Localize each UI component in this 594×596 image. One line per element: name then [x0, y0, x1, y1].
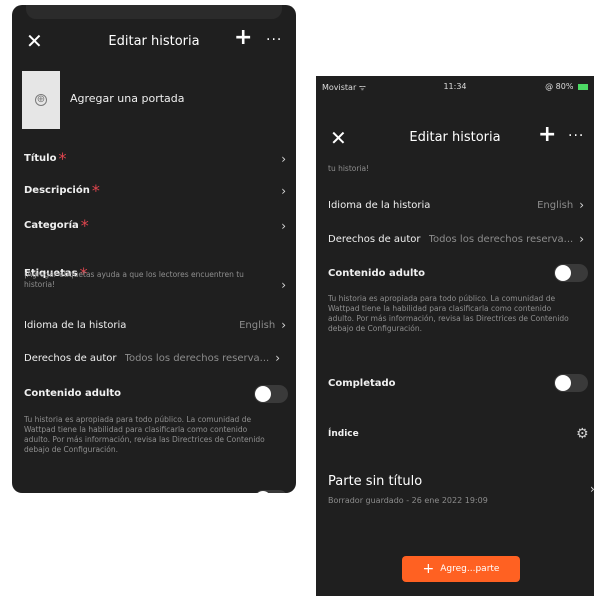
required-mark: *	[58, 149, 67, 168]
row-value: Todos los derechos reserva...	[124, 352, 270, 364]
plus-icon: +	[422, 561, 435, 577]
etiquetas-hint-cut: tu historia!	[328, 164, 370, 173]
row-idioma[interactable]: Idioma de la historia English ›	[328, 198, 584, 212]
add-icon[interactable]: +	[234, 25, 252, 50]
battery-level: 80%	[555, 82, 574, 91]
status-bar: Movistar ᯤ 11:34 @ 80%	[316, 82, 594, 94]
chevron-right-icon: ›	[281, 318, 286, 332]
row-label: Contenido adulto	[24, 388, 122, 399]
chevron-right-icon: ›	[275, 351, 281, 365]
row-adulto: Contenido adulto	[24, 388, 286, 399]
more-icon[interactable]: ···	[568, 128, 584, 144]
row-titulo[interactable]: Título * ›	[24, 149, 286, 168]
chevron-right-icon: ›	[579, 232, 584, 246]
add-cover-label[interactable]: Agregar una portada	[70, 92, 185, 105]
top-notch	[26, 5, 282, 19]
row-completado: Completado	[328, 378, 584, 389]
chevron-right-icon: ›	[590, 482, 594, 496]
chevron-right-icon: ›	[281, 278, 286, 292]
nfc-icon: @	[545, 82, 554, 91]
row-indice: Índice	[328, 429, 584, 439]
toggle-knob	[255, 386, 271, 402]
row-label: Categoría	[24, 220, 79, 231]
adulto-toggle[interactable]	[554, 264, 588, 282]
chevron-right-icon: ›	[281, 218, 286, 233]
toggle-knob	[255, 491, 271, 493]
chevron-right-icon: ›	[281, 183, 286, 198]
completado-toggle[interactable]	[554, 374, 588, 392]
row-categoria[interactable]: Categoría * ›	[24, 216, 286, 235]
adulto-hint: Tu historia es apropiada para todo públi…	[24, 415, 265, 455]
row-value: English	[537, 199, 574, 211]
add-icon[interactable]: +	[538, 122, 556, 147]
add-cover-icon: ⊕	[35, 94, 47, 106]
left-nav-bar: ✕ Editar historia + ···	[12, 23, 296, 59]
toggle-knob	[555, 265, 571, 281]
required-mark: *	[80, 216, 89, 235]
row-label: Derechos de autor	[24, 352, 117, 364]
row-label: Índice	[328, 429, 359, 439]
adulto-hint: Tu historia es apropiada para todo públi…	[328, 294, 569, 334]
more-icon[interactable]: ···	[266, 32, 282, 48]
row-idioma[interactable]: Idioma de la historia English ›	[24, 318, 286, 332]
cover-placeholder[interactable]: ⊕	[22, 71, 60, 129]
required-mark: *	[91, 181, 100, 200]
row-derechos[interactable]: Derechos de autor Todos los derechos res…	[24, 351, 286, 365]
chevron-right-icon: ›	[281, 151, 286, 166]
row-value: English	[239, 319, 276, 331]
page-title: Editar historia	[108, 34, 200, 49]
row-derechos[interactable]: Derechos de autor Todos los derechos res…	[328, 232, 584, 246]
gear-icon[interactable]: ⚙	[576, 426, 589, 442]
battery-icon	[578, 83, 588, 90]
row-descripcion[interactable]: Descripción * ›	[24, 181, 286, 200]
row-label: Derechos de autor	[328, 233, 421, 245]
toggle-knob	[555, 375, 571, 391]
row-value: Todos los derechos reserva...	[428, 233, 574, 245]
right-screen: Movistar ᯤ 11:34 @ 80% ✕ Editar historia…	[316, 76, 594, 596]
add-part-label: Agreg...parte	[440, 564, 500, 574]
row-label: Título	[24, 153, 57, 164]
row-label: Completado	[328, 378, 396, 389]
row-label: Idioma de la historia	[24, 319, 127, 331]
right-nav-bar: ✕ Editar historia + ···	[316, 122, 594, 152]
row-label: Descripción	[24, 185, 90, 196]
add-part-button[interactable]: + Agreg...parte	[402, 556, 520, 582]
left-screen: ✕ Editar historia + ··· ⊕ Agregar una po…	[12, 5, 296, 493]
completado-toggle-partial[interactable]	[254, 490, 288, 493]
part-subtitle: Borrador guardado - 26 ene 2022 19:09	[328, 496, 488, 505]
part-title[interactable]: Parte sin título	[328, 474, 422, 489]
etiquetas-hint: ¡Agregar etiquetas ayuda a que los lecto…	[24, 270, 244, 290]
row-adulto: Contenido adulto	[328, 268, 584, 279]
adulto-toggle[interactable]	[254, 385, 288, 403]
row-label: Idioma de la historia	[328, 199, 431, 211]
chevron-right-icon: ›	[579, 198, 584, 212]
row-label: Contenido adulto	[328, 268, 426, 279]
